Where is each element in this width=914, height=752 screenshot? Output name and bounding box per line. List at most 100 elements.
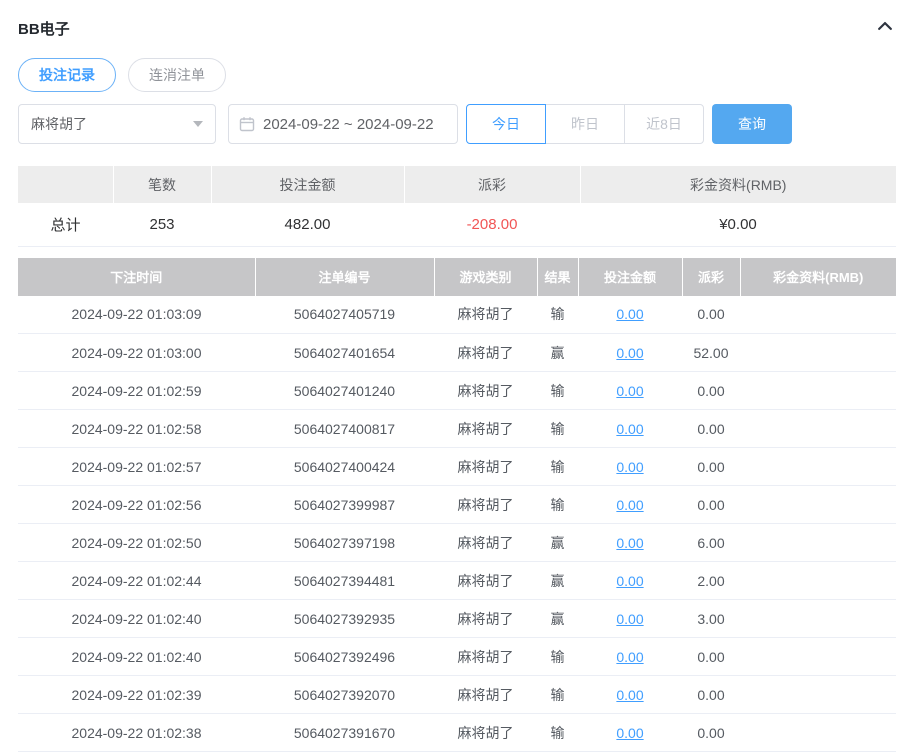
- summary-total-payout: -208.00: [404, 203, 580, 246]
- bet-amount-link[interactable]: 0.00: [616, 421, 643, 437]
- cell-bet-time: 2024-09-22 01:02:40: [18, 600, 255, 638]
- cell-bonus: [740, 410, 896, 448]
- cell-bet-amount: 0.00: [578, 410, 682, 448]
- cell-game-type: 麻将胡了: [434, 600, 537, 638]
- cell-bet-time: 2024-09-22 01:03:09: [18, 296, 255, 334]
- cell-order-id: 5064027392496: [255, 638, 434, 676]
- collapse-panel-button[interactable]: [874, 17, 896, 39]
- cell-order-id: 5064027391670: [255, 714, 434, 752]
- cell-order-id: 5064027401654: [255, 334, 434, 372]
- cell-result: 赢: [537, 334, 578, 372]
- bet-amount-link[interactable]: 0.00: [616, 497, 643, 513]
- summary-col-bet-amount: 投注金额: [211, 166, 404, 203]
- cell-game-type: 麻将胡了: [434, 410, 537, 448]
- cell-order-id: 5064027397198: [255, 524, 434, 562]
- cell-bet-amount: 0.00: [578, 524, 682, 562]
- cell-result: 输: [537, 448, 578, 486]
- cell-bet-amount: 0.00: [578, 714, 682, 752]
- records-col-payout: 派彩: [682, 258, 740, 296]
- bet-amount-link[interactable]: 0.00: [616, 345, 643, 361]
- cell-order-id: 5064027400424: [255, 448, 434, 486]
- cell-bet-amount: 0.00: [578, 676, 682, 714]
- cell-payout: 0.00: [682, 410, 740, 448]
- game-select[interactable]: 麻将胡了: [18, 104, 216, 144]
- cell-bet-amount: 0.00: [578, 448, 682, 486]
- cell-bet-time: 2024-09-22 01:03:00: [18, 334, 255, 372]
- table-row: 2024-09-22 01:02:565064027399987麻将胡了输0.0…: [18, 486, 896, 524]
- record-type-tabs: 投注记录 连消注单: [18, 58, 896, 92]
- cell-result: 输: [537, 296, 578, 334]
- cell-payout: 3.00: [682, 600, 740, 638]
- bet-amount-link[interactable]: 0.00: [616, 687, 643, 703]
- cell-bet-amount: 0.00: [578, 600, 682, 638]
- cell-bet-amount: 0.00: [578, 296, 682, 334]
- bet-amount-link[interactable]: 0.00: [616, 383, 643, 399]
- bet-amount-link[interactable]: 0.00: [616, 306, 643, 322]
- cell-result: 赢: [537, 562, 578, 600]
- cell-result: 输: [537, 410, 578, 448]
- tab-betting-records[interactable]: 投注记录: [18, 58, 116, 92]
- tab-cancelled-orders[interactable]: 连消注单: [128, 58, 226, 92]
- panel-title: BB电子: [18, 18, 70, 39]
- chevron-down-icon: [193, 121, 203, 127]
- bet-amount-link[interactable]: 0.00: [616, 535, 643, 551]
- table-row: 2024-09-22 01:02:385064027391670麻将胡了输0.0…: [18, 714, 896, 752]
- cell-bonus: [740, 714, 896, 752]
- cell-payout: 6.00: [682, 524, 740, 562]
- summary-col-payout: 派彩: [404, 166, 580, 203]
- date-range-input[interactable]: 2024-09-22 ~ 2024-09-22: [228, 104, 458, 144]
- cell-bonus: [740, 296, 896, 334]
- cell-order-id: 5064027400817: [255, 410, 434, 448]
- cell-bet-amount: 0.00: [578, 638, 682, 676]
- cell-game-type: 麻将胡了: [434, 486, 537, 524]
- records-col-order-id: 注单编号: [255, 258, 434, 296]
- date-range-value: 2024-09-22 ~ 2024-09-22: [263, 116, 434, 133]
- records-table: 下注时间 注单编号 游戏类别 结果 投注金额 派彩 彩金资料(RMB) 2024…: [18, 258, 896, 752]
- records-body: 2024-09-22 01:03:095064027405719麻将胡了输0.0…: [18, 296, 896, 752]
- bet-amount-link[interactable]: 0.00: [616, 573, 643, 589]
- cell-bonus: [740, 638, 896, 676]
- summary-total-label: 总计: [18, 203, 113, 246]
- query-button[interactable]: 查询: [712, 104, 792, 144]
- cell-bonus: [740, 372, 896, 410]
- table-row: 2024-09-22 01:02:505064027397198麻将胡了赢0.0…: [18, 524, 896, 562]
- chevron-up-icon: [875, 16, 895, 41]
- cell-result: 输: [537, 372, 578, 410]
- cell-bonus: [740, 448, 896, 486]
- bet-amount-link[interactable]: 0.00: [616, 649, 643, 665]
- table-row: 2024-09-22 01:02:405064027392496麻将胡了输0.0…: [18, 638, 896, 676]
- cell-bet-time: 2024-09-22 01:02:39: [18, 676, 255, 714]
- table-row: 2024-09-22 01:02:405064027392935麻将胡了赢 0.0…: [18, 600, 896, 638]
- bet-amount-link[interactable]: 0.00: [616, 459, 643, 475]
- cell-bonus: [740, 486, 896, 524]
- cell-game-type: 麻将胡了: [434, 676, 537, 714]
- table-row: 2024-09-22 01:03:005064027401654麻将胡了赢 0.0…: [18, 334, 896, 372]
- quick-range-today-button[interactable]: 今日: [466, 104, 546, 144]
- cell-payout: 0.00: [682, 714, 740, 752]
- cell-result: 输: [537, 676, 578, 714]
- cell-bet-amount: 0.00: [578, 562, 682, 600]
- summary-total-bet-amount: 482.00: [211, 203, 404, 246]
- cell-order-id: 5064027392935: [255, 600, 434, 638]
- cell-result: 输: [537, 638, 578, 676]
- cell-game-type: 麻将胡了: [434, 372, 537, 410]
- quick-range-last8days-button[interactable]: 近8日: [624, 104, 704, 144]
- bet-amount-link[interactable]: 0.00: [616, 725, 643, 741]
- cell-bonus: [740, 334, 896, 372]
- cell-order-id: 5064027401240: [255, 372, 434, 410]
- bet-amount-link[interactable]: 0.00: [616, 611, 643, 627]
- records-col-time: 下注时间: [18, 258, 255, 296]
- quick-range-yesterday-button[interactable]: 昨日: [545, 104, 625, 144]
- cell-bonus: [740, 524, 896, 562]
- cell-payout: 0.00: [682, 486, 740, 524]
- panel-header: BB电子: [18, 14, 896, 42]
- table-row: 2024-09-22 01:03:095064027405719麻将胡了输0.0…: [18, 296, 896, 334]
- cell-order-id: 5064027399987: [255, 486, 434, 524]
- summary-col-count: 笔数: [113, 166, 211, 203]
- cell-order-id: 5064027392070: [255, 676, 434, 714]
- cell-game-type: 麻将胡了: [434, 334, 537, 372]
- calendar-icon: [239, 116, 255, 132]
- cell-game-type: 麻将胡了: [434, 524, 537, 562]
- cell-result: 赢: [537, 600, 578, 638]
- cell-payout: 0.00: [682, 372, 740, 410]
